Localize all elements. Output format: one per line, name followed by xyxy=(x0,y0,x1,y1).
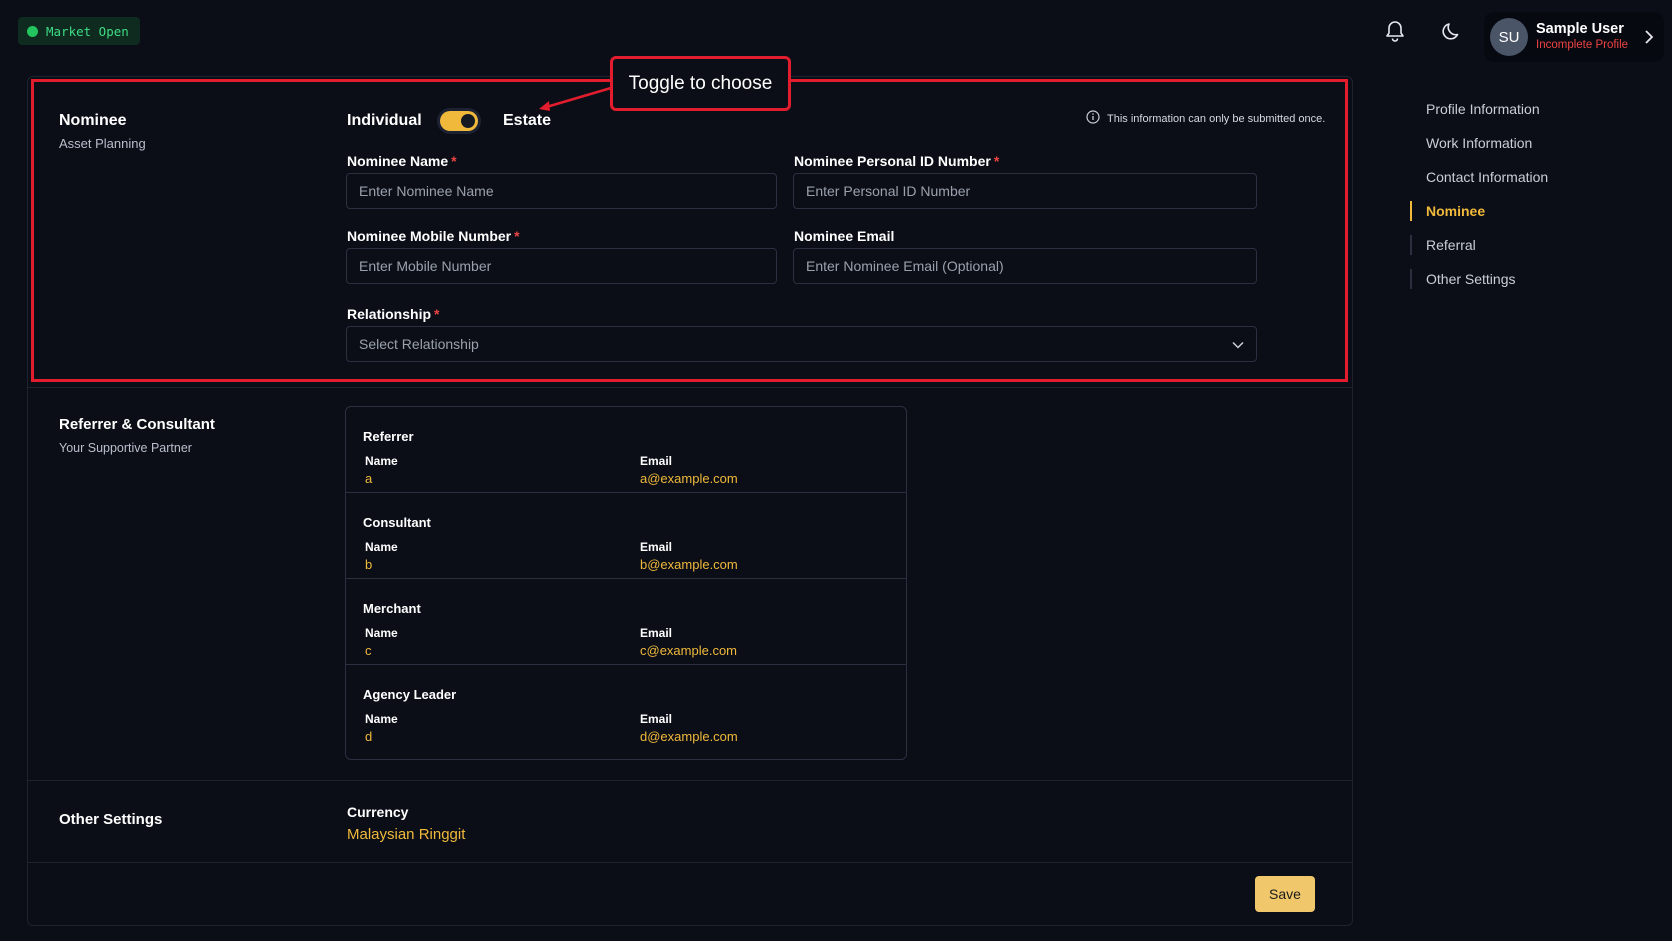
email-header: Email xyxy=(640,626,673,640)
info-icon xyxy=(1086,110,1100,127)
market-status-badge: Market Open xyxy=(18,17,140,45)
user-name: Sample User xyxy=(1536,21,1624,37)
annotation-callout: Toggle to choose xyxy=(610,56,791,111)
status-dot-icon xyxy=(27,25,38,37)
info-note: This information can only be submitted o… xyxy=(1086,110,1325,127)
chevron-right-icon[interactable] xyxy=(1644,30,1654,49)
nominee-name-input[interactable] xyxy=(346,173,777,209)
save-button[interactable]: Save xyxy=(1255,876,1315,912)
list-item: Consultant Name b Email b@example.com xyxy=(346,493,906,579)
list-item: Agency Leader Name d Email d@example.com xyxy=(346,665,906,751)
referrer-email: d@example.com xyxy=(640,729,738,744)
section-divider xyxy=(27,387,1353,388)
relationship-label: Relationship * xyxy=(347,306,440,322)
nav-rail xyxy=(1410,269,1412,289)
nominee-mobile-input[interactable] xyxy=(346,248,777,284)
nominee-section-title: Nominee xyxy=(59,112,127,129)
referrer-role: Consultant xyxy=(363,515,431,530)
referrer-name: a xyxy=(365,471,373,486)
nav-item-work-information[interactable]: Work Information xyxy=(1426,135,1532,151)
nav-item-other-settings[interactable]: Other Settings xyxy=(1426,271,1516,287)
nav-item-nominee[interactable]: Nominee xyxy=(1426,203,1485,219)
section-divider xyxy=(27,780,1353,781)
email-header: Email xyxy=(640,712,673,726)
nav-item-profile-information[interactable]: Profile Information xyxy=(1426,101,1540,117)
currency-value: Malaysian Ringgit xyxy=(347,826,466,843)
referrer-name: b xyxy=(365,557,373,572)
referrer-table: Referrer Name a Email a@example.com Cons… xyxy=(345,406,907,760)
name-header: Name xyxy=(365,454,398,468)
profile-status: Incomplete Profile xyxy=(1536,39,1629,51)
list-item: Merchant Name c Email c@example.com xyxy=(346,579,906,665)
nav-item-referral[interactable]: Referral xyxy=(1426,237,1476,253)
market-status-text: Market Open xyxy=(46,23,129,39)
referrer-name: c xyxy=(365,643,372,658)
toggle-label-individual[interactable]: Individual xyxy=(347,112,422,130)
nominee-email-input[interactable] xyxy=(793,248,1257,284)
bell-icon[interactable] xyxy=(1382,18,1408,44)
info-note-text: This information can only be submitted o… xyxy=(1107,112,1326,125)
email-header: Email xyxy=(640,540,673,554)
name-header: Name xyxy=(365,540,398,554)
avatar: SU xyxy=(1490,18,1528,56)
referrer-role: Merchant xyxy=(363,601,421,616)
chevron-down-icon xyxy=(1232,336,1244,352)
referrer-email: a@example.com xyxy=(640,471,738,486)
nominee-section-subtitle: Asset Planning xyxy=(59,136,146,151)
other-settings-title: Other Settings xyxy=(59,811,163,828)
nominee-personal-id-input[interactable] xyxy=(793,173,1257,209)
moon-icon[interactable] xyxy=(1439,18,1465,44)
nav-rail xyxy=(1410,235,1412,255)
name-header: Name xyxy=(365,712,398,726)
referrer-role: Referrer xyxy=(363,429,414,444)
nominee-name-label: Nominee Name * xyxy=(347,153,457,169)
toggle-knob xyxy=(461,114,475,128)
referrer-section-subtitle: Your Supportive Partner xyxy=(59,441,192,455)
section-divider xyxy=(27,862,1353,863)
relationship-select[interactable]: Select Relationship xyxy=(346,326,1257,362)
currency-label: Currency xyxy=(347,804,409,820)
referrer-name: d xyxy=(365,729,373,744)
list-item: Referrer Name a Email a@example.com xyxy=(346,407,906,493)
name-header: Name xyxy=(365,626,398,640)
nominee-type-toggle[interactable] xyxy=(440,111,478,131)
nominee-email-label: Nominee Email xyxy=(794,228,895,244)
nav-item-contact-information[interactable]: Contact Information xyxy=(1426,169,1548,185)
referrer-email: b@example.com xyxy=(640,557,738,572)
user-menu[interactable]: SU Sample User Incomplete Profile xyxy=(1484,12,1664,62)
annotation-arrow-icon xyxy=(539,86,612,111)
toggle-label-estate[interactable]: Estate xyxy=(503,112,551,130)
referrer-role: Agency Leader xyxy=(363,687,457,702)
referrer-email: c@example.com xyxy=(640,643,738,658)
relationship-select-value: Select Relationship xyxy=(359,336,479,352)
nav-active-indicator xyxy=(1410,201,1412,221)
nominee-mobile-label: Nominee Mobile Number * xyxy=(347,228,520,244)
email-header: Email xyxy=(640,454,673,468)
referrer-section-title: Referrer & Consultant xyxy=(59,416,215,433)
nominee-personal-id-label: Nominee Personal ID Number * xyxy=(794,153,1000,169)
